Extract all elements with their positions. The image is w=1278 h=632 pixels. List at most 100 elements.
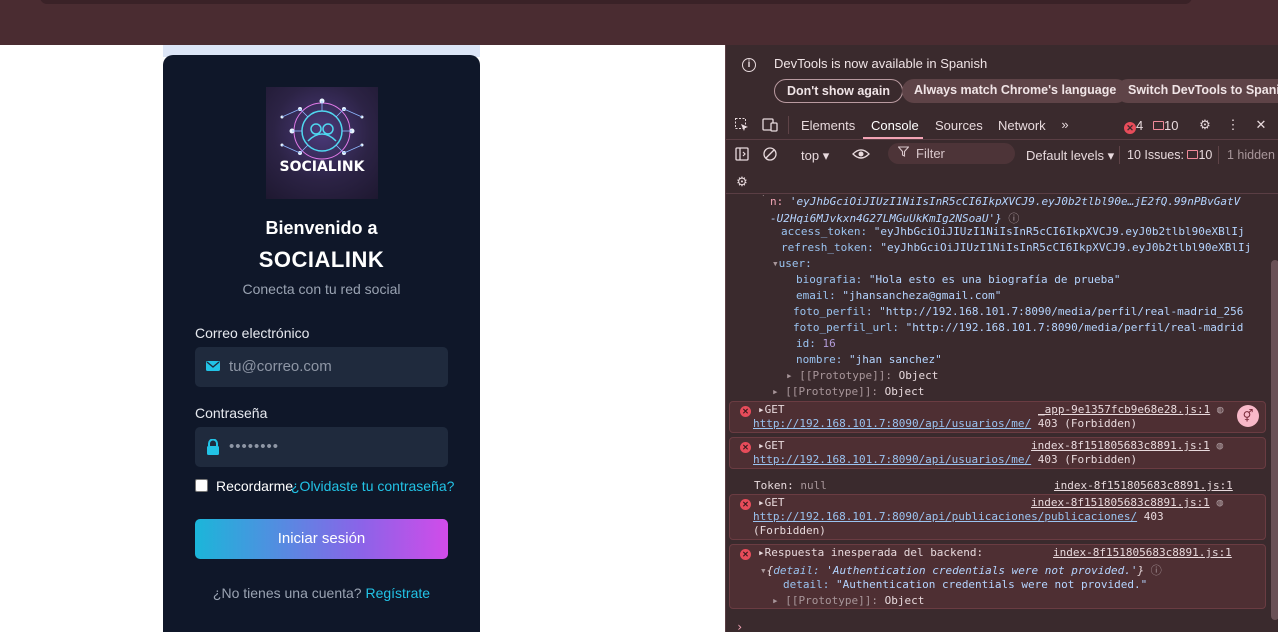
console-output: ▾ n: 'eyJhbGciOiJIUzI1NiIsInR5cCI6IkpXVC…	[726, 195, 1271, 632]
expand-caret-icon: ▸	[758, 403, 765, 416]
console-line: foto_perfil: "http://192.168.101.7:8090/…	[793, 305, 1244, 318]
active-tab-indicator	[863, 137, 923, 139]
globe-icon: ◍	[1216, 439, 1224, 452]
expand-caret-icon: ▸	[758, 546, 765, 559]
switch-to-spanish-button[interactable]: Switch DevTools to Spanish	[1116, 79, 1278, 103]
signup-prompt: ¿No tienes una cuenta?	[212, 585, 366, 601]
issues-icon	[1187, 150, 1199, 159]
info-icon: i	[742, 58, 756, 72]
ai-assist-icon[interactable]: ⚥	[1237, 405, 1259, 427]
context-select[interactable]: top ▾	[801, 148, 829, 164]
eye-icon[interactable]	[852, 147, 870, 163]
info-icon: ⓘ	[1008, 212, 1020, 225]
console-line: ▾	[760, 195, 767, 200]
console-line[interactable]: ▸ [[Prototype]]: Object	[786, 369, 938, 382]
expand-caret-icon: ▾	[760, 564, 767, 577]
inspect-element-icon[interactable]	[734, 117, 750, 133]
issues-label: 10 Issues:	[1127, 148, 1184, 162]
globe-icon: ◍	[1216, 403, 1224, 416]
signup-link[interactable]: Regístrate	[365, 585, 430, 601]
device-toolbar-icon[interactable]	[762, 117, 778, 133]
log-levels-select[interactable]: Default levels ▾	[1026, 148, 1114, 164]
expand-caret-icon: ▸	[786, 369, 793, 382]
email-placeholder: tu@correo.com	[229, 358, 332, 375]
source-link[interactable]: index-8f151805683c8891.js:1	[1054, 479, 1233, 492]
error-icon: ✕	[740, 406, 751, 417]
separator	[788, 116, 789, 134]
tab-sources[interactable]: Sources	[935, 118, 983, 133]
filter-icon	[897, 146, 910, 160]
filter-input[interactable]: Filter	[888, 143, 1015, 164]
source-link[interactable]: index-8f151805683c8891.js:1	[1053, 546, 1232, 559]
chevron-down-icon: ▾	[822, 148, 830, 163]
sidebar-toggle-icon[interactable]	[734, 147, 750, 163]
console-scrollbar[interactable]	[1271, 260, 1278, 620]
source-link[interactable]: _app-9e1357fcb9e68e28.js:1	[1038, 403, 1210, 416]
forgot-password-link[interactable]: ¿Olvidaste tu contraseña?	[291, 478, 454, 494]
source-link[interactable]: index-8f151805683c8891.js:1	[1031, 496, 1210, 509]
request-url-link[interactable]: http://192.168.101.7:8090/api/publicacio…	[753, 510, 1137, 523]
console-line: foto_perfil_url: "http://192.168.101.7:8…	[793, 321, 1244, 334]
console-line[interactable]: ▾user:	[772, 257, 812, 270]
browser-toolbar	[0, 0, 1278, 45]
source-link[interactable]: index-8f151805683c8891.js:1	[1031, 439, 1210, 452]
remember-checkbox[interactable]	[195, 479, 208, 492]
request-url-link[interactable]: http://192.168.101.7:8090/api/usuarios/m…	[753, 453, 1031, 466]
mail-icon	[206, 359, 221, 374]
issues-button[interactable]: 10 Issues: 10	[1127, 148, 1212, 162]
socialink-logo: SOCIALINK	[266, 87, 378, 199]
always-match-language-button[interactable]: Always match Chrome's language	[902, 79, 1129, 103]
context-value: top	[801, 148, 820, 163]
dont-show-again-button[interactable]: Don't show again	[774, 79, 903, 103]
console-error-row: ✕ ▸Respuesta inesperada del backend: ind…	[729, 544, 1266, 609]
brand-heading: SOCIALINK	[258, 247, 385, 272]
error-icon: ✕	[740, 442, 751, 453]
login-card: SOCIALINK Bienvenido a SOCIALINK Conecta…	[163, 55, 480, 632]
tab-network[interactable]: Network	[998, 118, 1046, 133]
console-settings-bar: ⚙	[726, 170, 1278, 194]
error-count-badge[interactable]: ✕ 4	[1124, 118, 1143, 134]
welcome-heading: Bienvenido a	[265, 218, 378, 238]
subtitle: Conecta con tu red social	[242, 281, 401, 297]
console-line: access_token: "eyJhbGciOiJIUzI1NiIsInR5c…	[781, 225, 1245, 238]
clear-console-icon[interactable]	[762, 147, 778, 163]
close-devtools-icon[interactable]: ✕	[1253, 117, 1269, 133]
expand-caret-icon: ▸	[772, 594, 779, 607]
remember-row: Recordarme ¿Olvidaste tu contraseña?	[195, 477, 465, 495]
tab-elements[interactable]: Elements	[801, 118, 855, 133]
error-count: 4	[1136, 118, 1144, 133]
address-bar[interactable]	[40, 0, 1192, 4]
message-count-badge[interactable]: 10	[1153, 118, 1178, 133]
console-line[interactable]: ▸ [[Prototype]]: Object	[772, 385, 924, 398]
login-button[interactable]: Iniciar sesión	[195, 519, 448, 559]
remember-label: Recordarme	[216, 478, 294, 494]
email-field[interactable]: tu@correo.com	[195, 347, 448, 387]
devtools-panel: i DevTools is now available in Spanish D…	[725, 45, 1278, 632]
language-infobar: i DevTools is now available in Spanish D…	[726, 45, 1278, 110]
console-line: email: "jhansancheza@gmail.com"	[796, 289, 1002, 302]
console-line: -U2Hqi6MJvkxn4G27LMGuUkKmIg2NSoaU'} ⓘ	[770, 212, 1020, 225]
levels-value: Default levels	[1026, 148, 1105, 163]
devtools-tabbar: Elements Console Sources Network » ✕ 4 10…	[726, 110, 1278, 140]
more-options-icon[interactable]: ⋮	[1225, 117, 1241, 133]
console-line: refresh_token: "eyJhbGciOiJIUzI1NiIsInR5…	[781, 241, 1252, 254]
info-icon: ⓘ	[1150, 564, 1162, 577]
console-prompt[interactable]: ›	[736, 620, 743, 632]
console-line: n: 'eyJhbGciOiJIUzI1NiIsInR5cCI6IkpXVCJ9…	[770, 195, 1241, 208]
expand-caret-icon: ▸	[758, 439, 765, 452]
expand-caret-icon: ▾	[772, 257, 779, 270]
tab-console[interactable]: Console	[871, 118, 919, 133]
password-field[interactable]: ••••••••	[195, 427, 448, 467]
console-log-row: Token: null	[754, 479, 827, 492]
request-url-link[interactable]: http://192.168.101.7:8090/api/usuarios/m…	[753, 417, 1031, 430]
lock-icon	[206, 438, 221, 455]
info-text: DevTools is now available in Spanish	[774, 56, 988, 71]
more-tabs-icon[interactable]: »	[1057, 117, 1073, 133]
settings-gear-icon[interactable]: ⚙	[1197, 117, 1213, 133]
console-line: nombre: "jhan sanchez"	[796, 353, 942, 366]
console-settings-icon[interactable]: ⚙	[734, 174, 750, 190]
issues-count: 10	[1198, 148, 1213, 162]
separator	[1119, 146, 1120, 164]
console-error-row: ✕ ▸GET index-8f151805683c8891.js:1 ◍ htt…	[729, 437, 1266, 469]
error-icon: ✕	[740, 549, 751, 560]
